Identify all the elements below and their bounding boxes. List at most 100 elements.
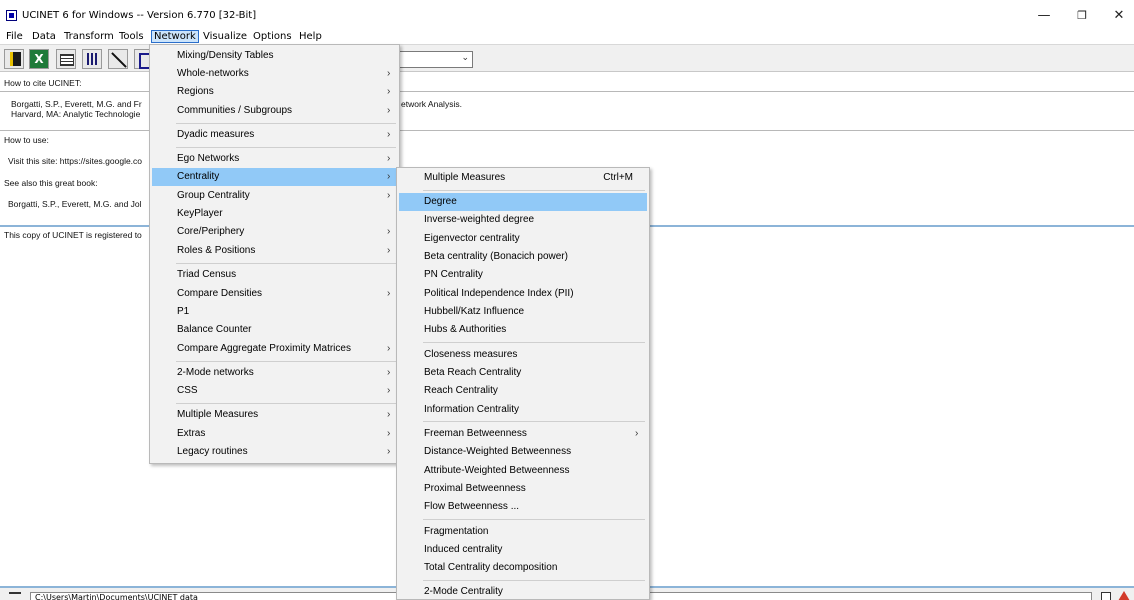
cite-line-1-end: etwork Analysis. [401,99,462,109]
title-bar: UCINET 6 for Windows -- Version 6.770 [3… [0,0,1134,30]
menu-item-eigenvector-centrality[interactable]: Eigenvector centrality [399,230,647,248]
chevron-right-icon: › [387,385,391,396]
chevron-right-icon: › [387,367,391,378]
menu-transform[interactable]: Transform [64,30,114,43]
menu-item-2-mode-networks[interactable]: 2-Mode networks › [152,364,397,382]
close-button[interactable]: ✕ [1105,6,1133,26]
menu-item-hubbell-katz-influence[interactable]: Hubbell/Katz Influence [399,303,647,321]
menu-item-communities-subgroups[interactable]: Communities / Subgroups › [152,102,397,120]
menu-item-total-centrality-decomposition[interactable]: Total Centrality decomposition [399,559,647,577]
menu-item-pn-centrality[interactable]: PN Centrality [399,266,647,284]
menu-item-induced-centrality[interactable]: Induced centrality [399,541,647,559]
chevron-right-icon: › [387,245,391,256]
menu-item-closeness-measures[interactable]: Closeness measures [399,346,647,364]
menu-separator [176,147,396,148]
menu-item-political-independence-index[interactable]: Political Independence Index (PII) [399,285,647,303]
menu-item-whole-networks[interactable]: Whole-networks › [152,65,397,83]
menu-item-core-periphery[interactable]: Core/Periphery › [152,223,397,241]
menu-item-balance-counter[interactable]: Balance Counter [152,321,397,339]
menu-item-2-mode-centrality[interactable]: 2-Mode Centrality [399,583,647,600]
menu-item-distance-weighted-betweenness[interactable]: Distance-Weighted Betweenness [399,443,647,461]
menu-item-label: Mixing/Density Tables [177,50,274,61]
menu-item-label: Flow Betweenness ... [424,501,520,512]
warning-icon[interactable] [1118,591,1130,600]
menu-item-label: Total Centrality decomposition [424,562,558,573]
minimize-button[interactable]: — [1030,6,1058,26]
chevron-right-icon: › [387,226,391,237]
divider [650,225,1134,227]
menu-item-p1[interactable]: P1 [152,303,397,321]
menu-item-proximal-betweenness[interactable]: Proximal Betweenness [399,480,647,498]
menu-options[interactable]: Options [253,30,292,43]
matrix-editor-icon[interactable] [56,49,76,69]
menu-item-label: Triad Census [177,269,237,280]
use-heading: How to use: [4,135,49,145]
menu-separator [176,361,396,362]
menu-item-reach-centrality[interactable]: Reach Centrality [399,382,647,400]
menu-item-attribute-weighted-betweenness[interactable]: Attribute-Weighted Betweenness [399,462,647,480]
menu-item-regions[interactable]: Regions › [152,83,397,101]
folder-icon[interactable] [1101,592,1111,600]
menu-item-legacy-routines[interactable]: Legacy routines › [152,443,397,461]
menu-item-dyadic-measures[interactable]: Dyadic measures › [152,126,397,144]
menu-item-compare-densities[interactable]: Compare Densities › [152,285,397,303]
divider [400,130,1134,131]
menu-item-label: Reach Centrality [424,385,498,396]
menu-item-label: Freeman Betweenness [424,428,527,439]
menu-item-ego-networks[interactable]: Ego Networks › [152,150,397,168]
menu-item-fragmentation[interactable]: Fragmentation [399,523,647,541]
menu-item-label: Compare Densities [177,288,263,299]
menu-item-extras[interactable]: Extras › [152,425,397,443]
chevron-right-icon: › [387,343,391,354]
menu-data[interactable]: Data [32,30,56,43]
menu-item-group-centrality[interactable]: Group Centrality › [152,187,397,205]
open-icon[interactable] [4,49,24,69]
chevron-right-icon: › [387,129,391,140]
excel-icon[interactable] [29,49,49,69]
minimize-log-icon[interactable] [9,592,21,594]
menu-file[interactable]: File [6,30,23,43]
ucinet-app-icon[interactable] [6,10,17,21]
menu-network[interactable]: Network [151,30,199,43]
chevron-right-icon: › [387,409,391,420]
menu-separator [423,190,645,191]
menu-item-beta-centrality[interactable]: Beta centrality (Bonacich power) [399,248,647,266]
cite-heading: How to cite UCINET: [4,78,82,88]
menu-tools[interactable]: Tools [119,30,144,43]
menu-item-beta-reach-centrality[interactable]: Beta Reach Centrality [399,364,647,382]
draw-line-icon[interactable] [108,49,128,69]
restore-button[interactable]: ❐ [1068,6,1096,26]
menu-item-css[interactable]: CSS › [152,382,397,400]
menu-item-multiple-measures[interactable]: Multiple Measures Ctrl+M [399,169,647,187]
menu-item-information-centrality[interactable]: Information Centrality [399,401,647,419]
menu-item-compare-aggregate-proximity[interactable]: Compare Aggregate Proximity Matrices › [152,340,397,358]
menu-item-triad-census[interactable]: Triad Census [152,266,397,284]
menu-item-inverse-weighted-degree[interactable]: Inverse-weighted degree [399,211,647,229]
spreadsheet-icon[interactable] [82,49,102,69]
menu-item-label: Centrality [177,171,220,182]
menu-item-flow-betweenness[interactable]: Flow Betweenness ... [399,498,647,516]
menu-item-degree[interactable]: Degree [399,193,647,211]
menu-item-mixing-density-tables[interactable]: Mixing/Density Tables [152,47,397,65]
visit-line: Visit this site: https://sites.google.co [8,156,143,166]
menu-item-label: Degree [424,196,457,207]
menu-item-label: Fragmentation [424,526,489,537]
menu-visualize[interactable]: Visualize [203,30,247,43]
menu-item-keyplayer[interactable]: KeyPlayer [152,205,397,223]
menu-help[interactable]: Help [299,30,322,43]
chevron-right-icon: › [387,428,391,439]
menu-separator [423,580,645,581]
menu-item-roles-positions[interactable]: Roles & Positions › [152,242,397,260]
chevron-right-icon: › [387,68,391,79]
menu-item-label: P1 [177,306,190,317]
menu-item-label: Eigenvector centrality [424,233,520,244]
menu-separator [423,421,645,422]
chevron-right-icon: › [387,288,391,299]
folder-combo[interactable]: ⌄ [398,51,473,68]
menu-item-label: Communities / Subgroups [177,105,293,116]
menu-item-hubs-authorities[interactable]: Hubs & Authorities [399,321,647,339]
menu-item-centrality[interactable]: Centrality › [152,168,397,186]
window-title: UCINET 6 for Windows -- Version 6.770 [3… [22,10,257,21]
menu-item-freeman-betweenness[interactable]: Freeman Betweenness › [399,425,647,443]
menu-item-multiple-measures[interactable]: Multiple Measures › [152,406,397,424]
